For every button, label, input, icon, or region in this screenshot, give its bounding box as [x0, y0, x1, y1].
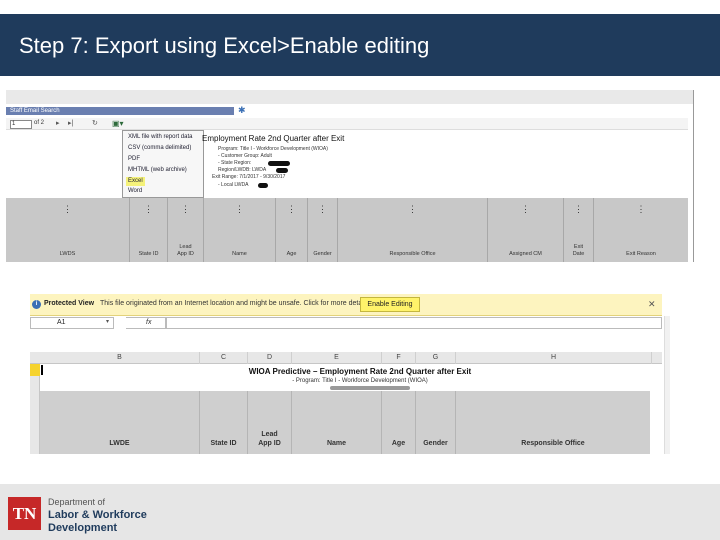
browser-top-strip — [6, 90, 693, 104]
fx-icon[interactable]: fx — [126, 317, 166, 329]
column-letter[interactable]: H — [456, 352, 652, 364]
last-page-icon[interactable]: ▸| — [68, 119, 73, 127]
export-menu-item[interactable]: Word — [126, 187, 144, 196]
column-letter[interactable]: C — [200, 352, 248, 364]
close-icon[interactable]: ✕ — [648, 299, 656, 310]
slide-footer: TN Department of Labor & Workforce Devel… — [0, 484, 720, 540]
sheet-title: WIOA Predictive – Employment Rate 2nd Qu… — [248, 367, 472, 376]
page-number-input[interactable]: 1 — [10, 120, 32, 129]
sheet-column-header[interactable]: Gender — [416, 391, 456, 454]
export-format-menu: XML file with report data CSV (comma del… — [122, 130, 204, 198]
report-viewer-screenshot: Staff Email Search ✱ 1 of 2 ▸ ▸| ↻ ▣▾ XM… — [6, 90, 694, 262]
active-cell-cursor — [41, 365, 43, 375]
report-subtitle: - State Region: — [218, 160, 252, 166]
column-header[interactable]: ⋮ Lead App ID — [168, 198, 204, 262]
redaction-mark — [268, 161, 290, 166]
dept-name-line3: Development — [48, 522, 118, 534]
excel-screenshot: i Protected View This file originated fr… — [30, 294, 670, 454]
slide-title-bar: Step 7: Export using Excel>Enable editin… — [0, 14, 720, 76]
sheet-table-header: LWDE State ID Lead App ID Name Age Gende… — [40, 391, 650, 454]
column-header[interactable]: ⋮ LWDS — [6, 198, 130, 262]
vertical-scrollbar[interactable] — [664, 316, 670, 454]
export-menu-item[interactable]: PDF — [126, 155, 142, 164]
protected-view-bar: i Protected View This file originated fr… — [30, 294, 662, 316]
report-subtitle: - Customer Group: Adult — [218, 153, 272, 159]
row-number-header[interactable] — [30, 364, 40, 454]
report-subtitle: Exit Range: 7/1/2017 - 9/30/2017 — [212, 174, 286, 180]
sheet-blank-area — [30, 330, 662, 352]
protected-view-label: Protected View — [44, 300, 95, 307]
export-menu-item[interactable]: MHTML (web archive) — [126, 166, 189, 175]
gear-icon[interactable]: ✱ — [238, 105, 246, 116]
export-menu-item[interactable]: XML file with report data — [126, 133, 194, 142]
column-header[interactable]: ⋮ Exit Date — [564, 198, 594, 262]
column-header[interactable]: ⋮ Gender — [308, 198, 338, 262]
column-letter[interactable]: F — [382, 352, 416, 364]
report-subtitle: Program: Title I - Workforce Development… — [218, 146, 328, 152]
report-window-title: Staff Email Search — [6, 107, 234, 115]
export-menu-item[interactable]: CSV (comma delimited) — [126, 144, 193, 153]
dept-name-line1: Department of — [48, 497, 106, 507]
slide-title: Step 7: Export using Excel>Enable editin… — [19, 33, 430, 58]
sheet-column-header[interactable]: State ID — [200, 391, 248, 454]
page-count-label: of 2 — [34, 120, 45, 126]
sheet-column-header[interactable]: LWDE — [40, 391, 200, 454]
column-letter[interactable]: B — [40, 352, 200, 364]
column-header[interactable]: ⋮ Name — [204, 198, 276, 262]
next-page-icon[interactable]: ▸ — [56, 119, 60, 127]
sheet-column-header[interactable]: Name — [292, 391, 382, 454]
sheet-subtitle: - Program: Title I - Workforce Developme… — [292, 378, 428, 384]
column-letter-header: B C D E F G H — [30, 352, 662, 364]
refresh-icon[interactable]: ↻ — [92, 119, 98, 127]
redaction-mark — [276, 168, 288, 173]
sheet-column-header[interactable]: Lead App ID — [248, 391, 292, 454]
report-table-header: ⋮ LWDS ⋮ State ID ⋮ Lead App ID ⋮ Name ⋮ Age … — [6, 198, 688, 262]
report-title: Employment Rate 2nd Quarter after Exit — [202, 134, 345, 143]
enable-editing-button[interactable]: Enable Editing — [360, 297, 420, 312]
sheet-subtitle-line — [330, 386, 410, 390]
column-letter[interactable]: E — [292, 352, 382, 364]
name-box[interactable]: A1 — [30, 317, 114, 329]
redaction-mark — [258, 183, 268, 188]
column-letter[interactable]: G — [416, 352, 456, 364]
info-icon: i — [32, 300, 41, 309]
formula-bar[interactable] — [166, 317, 662, 329]
sheet-column-header[interactable]: Responsible Office — [456, 391, 650, 454]
column-header[interactable]: ⋮ Assigned CM — [488, 198, 564, 262]
tn-logo: TN — [8, 497, 41, 530]
report-subtitle: - Local LWDA — [218, 182, 249, 188]
protected-view-message[interactable]: This file originated from an Internet lo… — [100, 300, 371, 307]
column-header[interactable]: ⋮ Age — [276, 198, 308, 262]
report-toolbar: 1 of 2 ▸ ▸| ↻ ▣▾ — [6, 118, 688, 130]
chevron-down-icon[interactable]: ▾ — [106, 318, 109, 325]
export-icon[interactable]: ▣▾ — [112, 119, 124, 128]
column-header[interactable]: ⋮ State ID — [130, 198, 168, 262]
dept-name-line2: Labor & Workforce — [48, 509, 147, 521]
export-menu-item-excel[interactable]: Excel — [126, 177, 145, 186]
report-subtitle: Region/LWDB: LWDA — [218, 167, 267, 173]
sheet-column-header[interactable]: Age — [382, 391, 416, 454]
column-letter[interactable]: D — [248, 352, 292, 364]
column-header[interactable]: ⋮ Responsible Office — [338, 198, 488, 262]
selected-row-marker[interactable] — [30, 364, 40, 376]
column-header[interactable]: ⋮ Exit Reason — [594, 198, 688, 262]
